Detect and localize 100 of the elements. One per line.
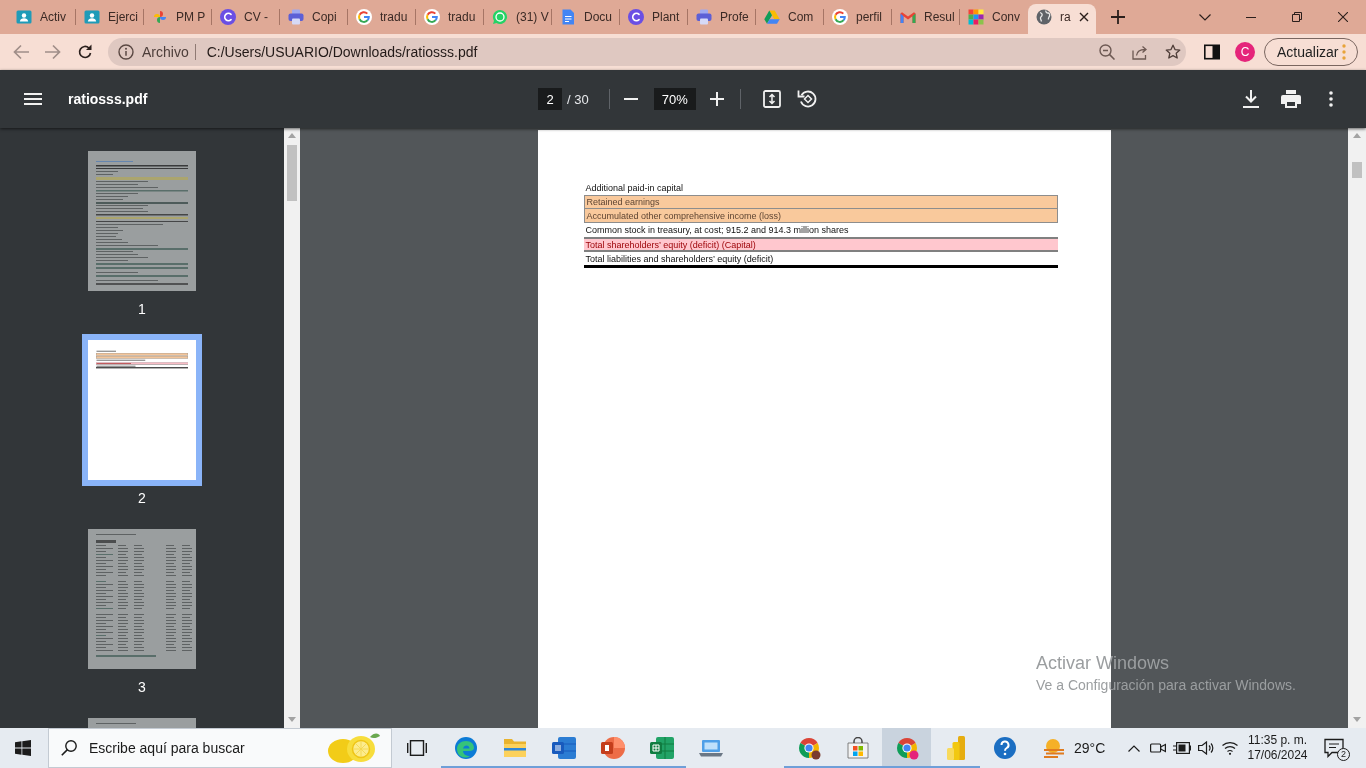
highlighted-row: Accumulated other comprehensive income (loss) xyxy=(583,209,1058,223)
file-name: ratiosss.pdf xyxy=(68,91,148,107)
document-tile-icon xyxy=(551,737,576,759)
reload-icon[interactable] xyxy=(77,44,93,60)
line-item-text: Common stock in treasury, at cost; 915.2 and 914.3 million shares xyxy=(584,224,850,237)
battery-icon[interactable] xyxy=(1173,742,1191,754)
task-view-icon xyxy=(406,740,427,756)
search-icon xyxy=(61,740,77,756)
side-panel-icon[interactable] xyxy=(1204,44,1220,60)
zoom-in-icon[interactable] xyxy=(709,92,724,106)
download-icon[interactable] xyxy=(1243,90,1259,108)
info-icon[interactable] xyxy=(118,44,134,60)
wifi-icon[interactable] xyxy=(1222,741,1238,755)
thumbnail-label: 2 xyxy=(138,490,146,506)
chat-bubble-icon xyxy=(492,9,508,25)
browser-tab[interactable]: Ejerci xyxy=(76,0,144,34)
speaker-icon[interactable] xyxy=(1198,741,1214,755)
bar-chart-icon xyxy=(945,736,966,760)
person-badge-icon xyxy=(84,9,100,25)
pinwheel-icon xyxy=(152,9,168,25)
lemon-icon xyxy=(326,731,380,765)
arc-circle-icon xyxy=(628,9,644,25)
browser-tab[interactable]: Resul xyxy=(892,0,960,34)
page-number-field[interactable]: 2 xyxy=(538,88,562,110)
page-thumbnail[interactable] xyxy=(88,718,196,728)
more-icon[interactable] xyxy=(1329,91,1333,107)
notification-count: 2 xyxy=(1337,748,1350,761)
browser-tab[interactable]: Docu xyxy=(552,0,620,34)
browser-tab[interactable]: (31) V xyxy=(484,0,552,34)
share-icon[interactable] xyxy=(1132,44,1148,60)
search-field[interactable]: Escribe aquí para buscar xyxy=(48,728,392,768)
g-logo-icon xyxy=(832,9,848,25)
menu-icon[interactable] xyxy=(24,93,42,105)
chevron-up-icon[interactable] xyxy=(1128,744,1140,752)
browser-tab[interactable]: Conv xyxy=(960,0,1028,34)
zoom-field[interactable]: 70% xyxy=(653,88,696,110)
browser-tab[interactable]: PM P xyxy=(144,0,212,34)
print-icon[interactable] xyxy=(1281,90,1301,108)
globe-icon xyxy=(1036,9,1052,25)
browser-tab[interactable]: Profe xyxy=(688,0,756,34)
total-row: Total liabilities and shareholders’ equity (deficit) xyxy=(583,252,1058,268)
scrollbar[interactable] xyxy=(284,128,300,728)
close-icon[interactable] xyxy=(1338,12,1348,22)
browser-tab[interactable]: CV - xyxy=(212,0,280,34)
printer-icon xyxy=(696,9,712,25)
segmented-circle-icon xyxy=(796,736,821,760)
new-tab-icon[interactable] xyxy=(1111,10,1125,24)
help-icon xyxy=(992,736,1017,760)
star-icon[interactable] xyxy=(1165,44,1181,60)
highlighted-row: Retained earnings xyxy=(583,195,1058,209)
browser-tab[interactable]: Copi xyxy=(280,0,348,34)
person-badge-icon xyxy=(16,9,32,25)
browser-tab[interactable]: Activ xyxy=(8,0,76,34)
browser-tab[interactable]: perfil xyxy=(824,0,892,34)
g-logo-icon xyxy=(356,9,372,25)
scrollbar-thumb[interactable] xyxy=(1352,162,1362,178)
clock-date[interactable]: 17/06/2024 xyxy=(1247,748,1308,763)
chevron-down-icon[interactable] xyxy=(1199,13,1211,21)
security-label[interactable]: Archivo xyxy=(142,44,189,60)
scrollbar[interactable] xyxy=(1348,128,1366,728)
clock-time[interactable]: 11:35 p. m. xyxy=(1247,733,1308,748)
close-icon[interactable] xyxy=(1078,12,1089,22)
page-thumbnail[interactable] xyxy=(88,151,196,291)
swirl-icon xyxy=(453,736,478,760)
page-count: / 30 xyxy=(567,91,589,107)
laptop-icon xyxy=(698,739,723,757)
browser-tab[interactable]: Plant xyxy=(620,0,688,34)
start-icon[interactable] xyxy=(15,740,31,756)
weather-temperature[interactable]: 29°C xyxy=(1074,740,1106,756)
spreadsheet-tile-icon xyxy=(649,737,674,759)
notification-icon[interactable] xyxy=(1324,738,1344,758)
g-logo-icon xyxy=(424,9,440,25)
browser-tab[interactable]: ra xyxy=(1028,4,1096,34)
shopping-bag-icon xyxy=(846,737,869,759)
page-thumbnail[interactable] xyxy=(88,529,196,669)
segmented-circle-icon xyxy=(894,736,919,760)
thumbnail-label: 3 xyxy=(138,679,146,695)
presentation-tile-icon xyxy=(600,737,625,759)
page-thumbnail[interactable] xyxy=(82,334,202,486)
tile-grid-icon xyxy=(968,9,984,25)
browser-tab[interactable]: tradu xyxy=(348,0,416,34)
document-icon xyxy=(560,9,576,25)
rotate-icon[interactable] xyxy=(796,89,817,109)
folder-icon xyxy=(502,737,527,759)
restore-icon[interactable] xyxy=(1292,12,1302,22)
triangle-logo-icon xyxy=(764,9,780,25)
arc-circle-icon xyxy=(220,9,236,25)
scrollbar-thumb[interactable] xyxy=(287,145,297,201)
printer-icon xyxy=(288,9,304,25)
profile-avatar[interactable]: C xyxy=(1235,42,1255,62)
thumbnail-label: 1 xyxy=(138,301,146,317)
camera-icon[interactable] xyxy=(1150,741,1166,755)
minimize-icon[interactable] xyxy=(1246,16,1256,18)
address-bar[interactable]: Archivo C:/Users/USUARIO/Downloads/ratiosss.pdf xyxy=(108,38,1186,66)
browser-tab[interactable]: tradu xyxy=(416,0,484,34)
fit-page-icon[interactable] xyxy=(762,90,781,108)
url-text[interactable]: C:/Users/USUARIO/Downloads/ratiosss.pdf xyxy=(206,44,478,60)
activation-notice-text: Ve a Configuración para activar Windows. xyxy=(1036,676,1296,694)
browser-tab[interactable]: Com xyxy=(756,0,824,34)
highlighted-row: Total shareholders’ equity (deficit) (Capital) xyxy=(583,237,1058,252)
